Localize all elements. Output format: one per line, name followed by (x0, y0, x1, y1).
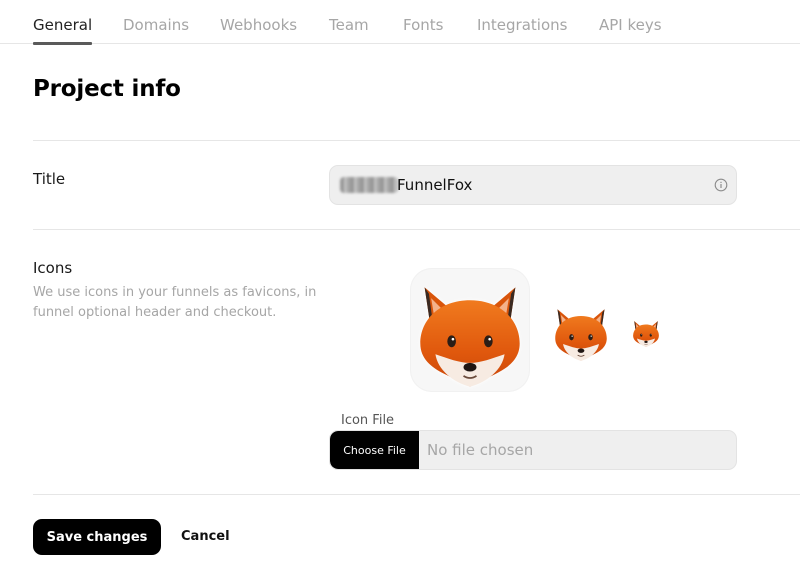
icon-file-label: Icon File (341, 413, 395, 428)
fox-face-icon-medium (553, 307, 609, 367)
cancel-button[interactable]: Cancel (181, 529, 230, 544)
tab-integrations[interactable]: Integrations (477, 14, 567, 44)
tab-team[interactable]: Team (329, 14, 369, 44)
icon-file-input[interactable]: Choose File No file chosen (329, 430, 737, 470)
file-status: No file chosen (427, 441, 534, 459)
save-changes-button[interactable]: Save changes (33, 519, 161, 555)
redacted-prefix (340, 177, 398, 193)
divider-bottom (33, 494, 800, 495)
tab-bar: General Domains Webhooks Team Fonts Inte… (0, 0, 800, 45)
tab-webhooks[interactable]: Webhooks (220, 14, 297, 44)
divider-top (33, 140, 800, 141)
tab-fonts[interactable]: Fonts (403, 14, 443, 44)
divider-middle (33, 229, 800, 230)
title-label: Title (33, 170, 66, 188)
tab-general[interactable]: General (33, 14, 93, 45)
icons-help-text: We use icons in your funnels as favicons… (33, 285, 317, 320)
title-input-value: FunnelFox (397, 176, 473, 194)
choose-file-button[interactable]: Choose File (330, 431, 419, 469)
title-input[interactable]: FunnelFox (329, 165, 737, 205)
tab-domains[interactable]: Domains (123, 14, 189, 44)
tab-api-keys[interactable]: API keys (599, 14, 662, 44)
fox-face-icon-large (410, 268, 530, 392)
info-icon[interactable] (714, 178, 728, 192)
page-title: Project info (33, 76, 181, 102)
icons-label: Icons (33, 259, 73, 277)
fox-face-icon-small (632, 320, 660, 352)
